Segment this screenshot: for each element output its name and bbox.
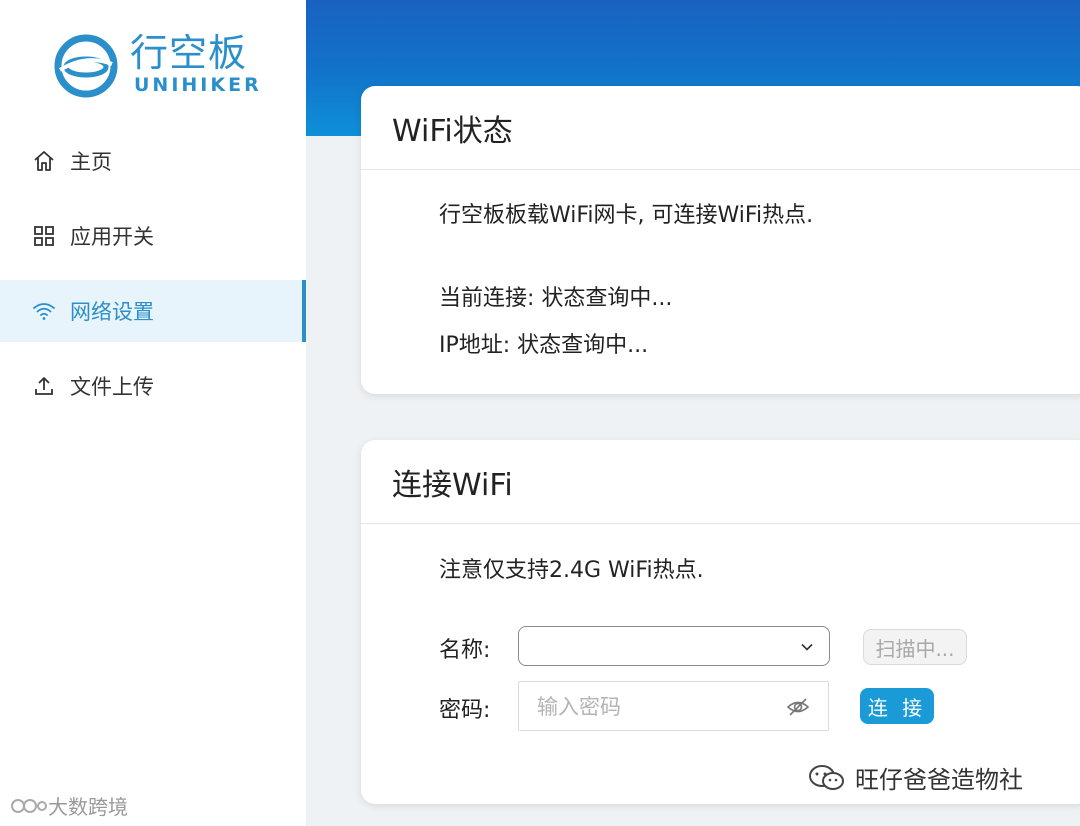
unihiker-logo-icon: [54, 34, 118, 98]
current-connection: 当前连接: 状态查询中...: [439, 286, 673, 311]
password-field[interactable]: [518, 681, 829, 731]
wifi-note: 注意仅支持2.4G WiFi热点.: [439, 558, 704, 583]
sidebar-item-upload[interactable]: 文件上传: [0, 355, 306, 417]
connect-wifi-card: 连接WiFi 注意仅支持2.4G WiFi热点. 名称: 扫描中... 密码: …: [361, 440, 1080, 804]
grid-icon: [34, 226, 54, 246]
eye-off-icon[interactable]: [786, 695, 810, 719]
watermark-right: 旺仔爸爸造物社: [807, 760, 1023, 795]
home-icon: [34, 151, 54, 171]
chevron-down-icon: [801, 643, 813, 651]
scan-button[interactable]: 扫描中...: [863, 629, 967, 665]
sidebar: 行空板 UNIHIKER 主页 应用开关 网络设置 文件上传 大数跨境: [0, 0, 306, 826]
sidebar-item-apps[interactable]: 应用开关: [0, 205, 306, 267]
sidebar-item-network[interactable]: 网络设置: [0, 280, 306, 342]
wifi-name-select[interactable]: [518, 626, 830, 666]
watermark-left-text: 大数跨境: [48, 795, 128, 819]
connect-wifi-title: 连接WiFi: [361, 440, 1080, 524]
sidebar-item-home[interactable]: 主页: [0, 130, 306, 192]
watermark-right-text: 旺仔爸爸造物社: [855, 766, 1023, 794]
wifi-status-description: 行空板板载WiFi网卡, 可连接WiFi热点.: [439, 203, 814, 228]
connect-button[interactable]: 连 接: [860, 688, 934, 724]
password-label: 密码:: [439, 698, 491, 723]
wifi-status-title: WiFi状态: [361, 86, 1080, 170]
password-input[interactable]: [535, 690, 779, 724]
brand-title: 行空板: [130, 31, 248, 75]
wechat-icon: [809, 764, 844, 790]
wifi-icon: [33, 303, 55, 320]
logo: 行空板 UNIHIKER: [54, 30, 259, 100]
ip-address: IP地址: 状态查询中...: [439, 333, 649, 358]
wifi-status-card: WiFi状态 行空板板载WiFi网卡, 可连接WiFi热点. 当前连接: 状态查…: [361, 86, 1080, 394]
upload-icon: [35, 377, 53, 395]
sidebar-item-label: 网络设置: [70, 300, 154, 324]
sidebar-nav: 主页 应用开关 网络设置 文件上传: [0, 130, 306, 430]
sidebar-item-label: 主页: [70, 150, 112, 174]
sidebar-item-label: 应用开关: [70, 225, 154, 249]
name-label: 名称:: [439, 638, 491, 663]
sidebar-item-label: 文件上传: [70, 375, 154, 399]
watermark-logo-icon: [11, 798, 47, 813]
watermark-left: 大数跨境: [10, 791, 128, 820]
brand-subtitle: UNIHIKER: [134, 74, 262, 96]
